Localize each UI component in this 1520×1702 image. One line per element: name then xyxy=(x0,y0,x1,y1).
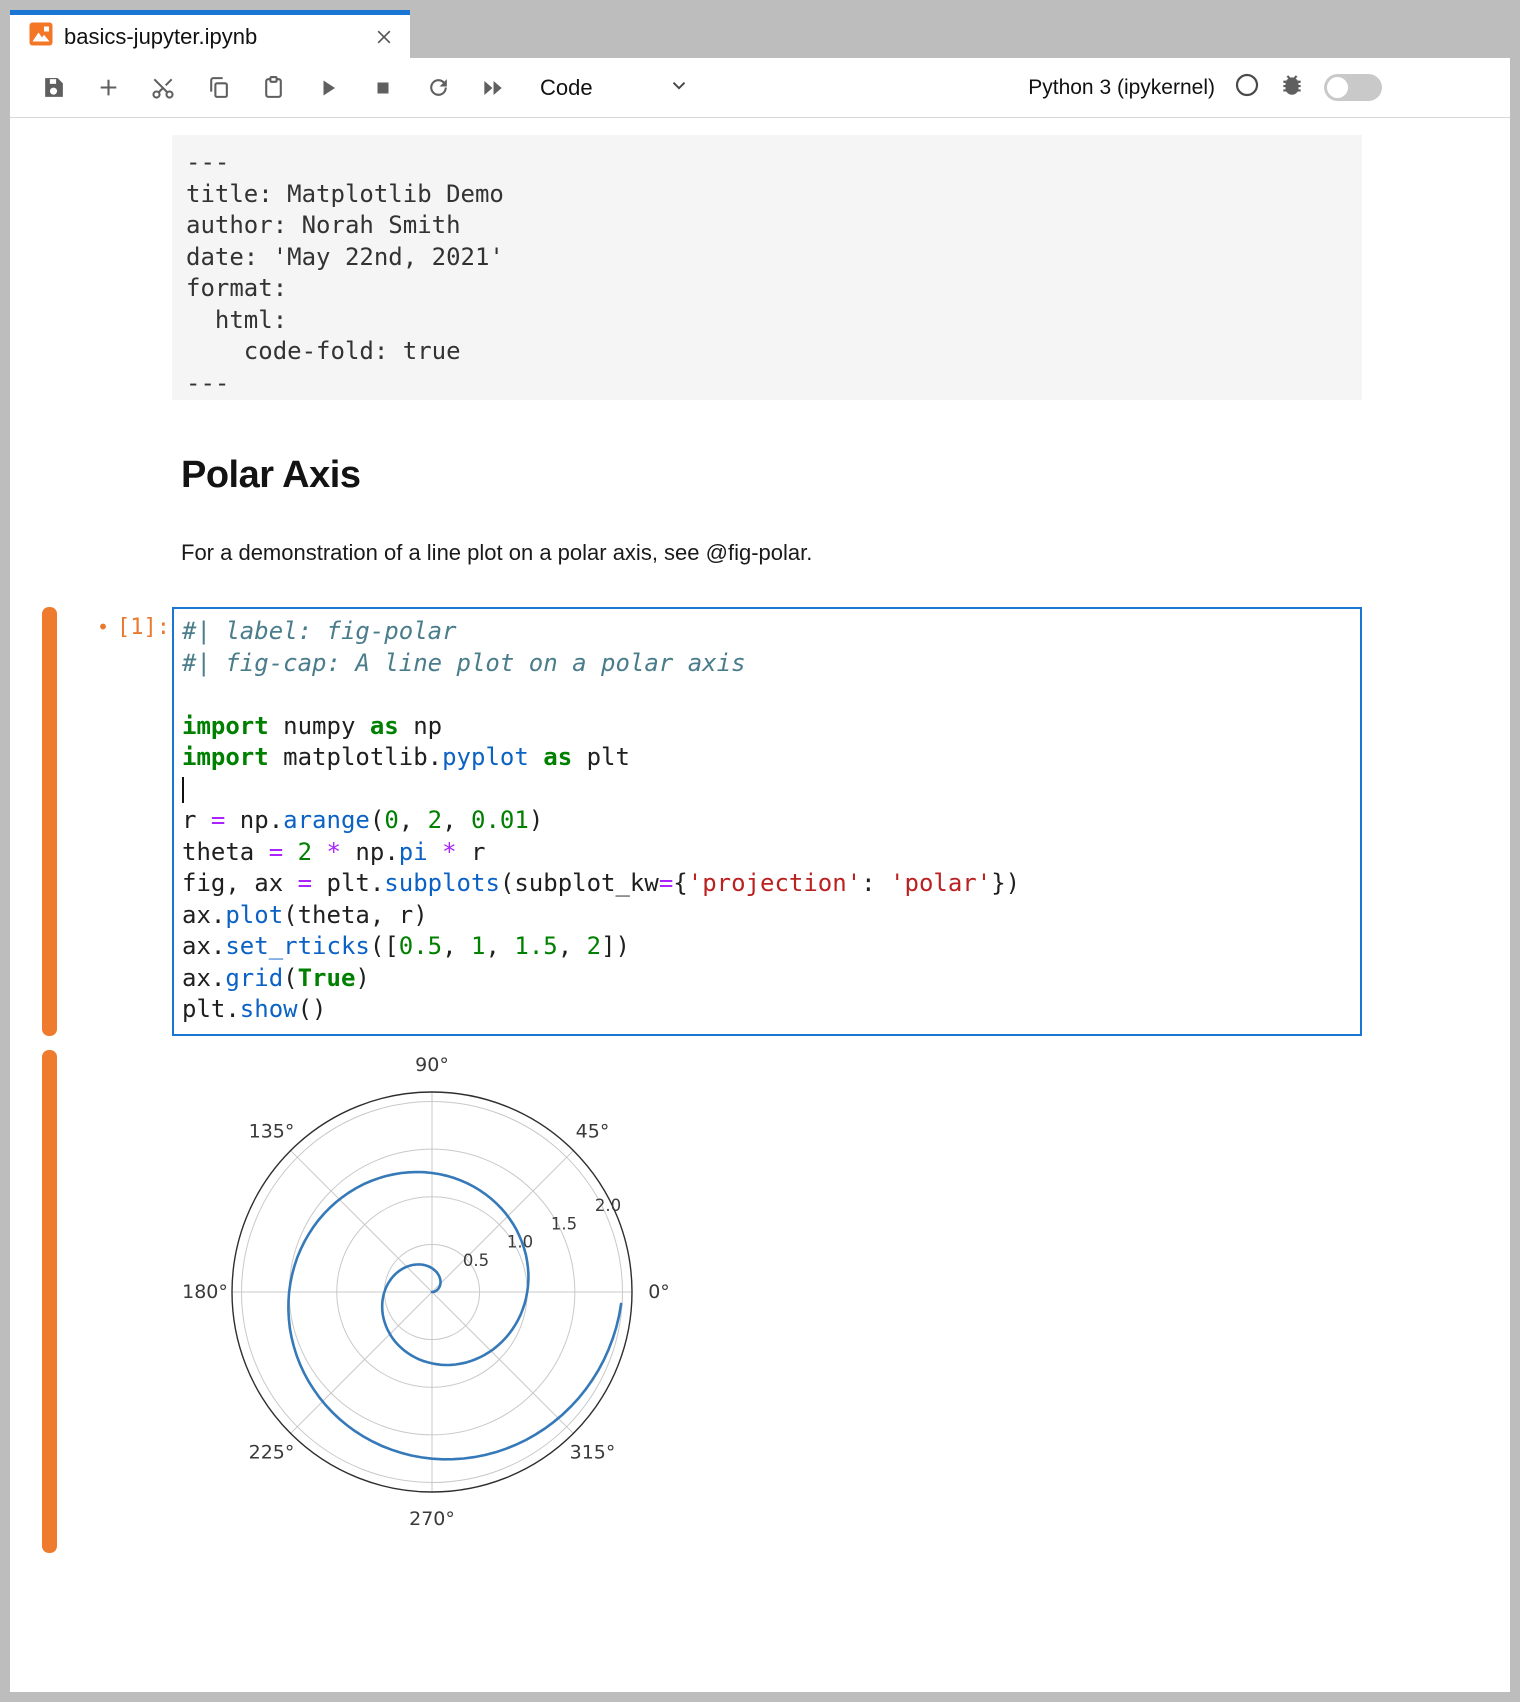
toolbar-buttons xyxy=(40,75,506,101)
copy-icon[interactable] xyxy=(205,75,231,101)
code-cell-editor[interactable]: #| label: fig-polar#| fig-cap: A line pl… xyxy=(172,607,1362,1036)
notebook-tab[interactable]: basics-jupyter.ipynb xyxy=(10,10,410,58)
notebook-toolbar: Code Python 3 (ipykernel) xyxy=(10,58,1510,118)
paste-icon[interactable] xyxy=(260,75,286,101)
cell-type-value: Code xyxy=(540,75,593,101)
tab-title: basics-jupyter.ipynb xyxy=(64,24,257,50)
polar-plot-output: 0° 45° 90° 135° 180° 225° 270° 315° 0.5 1.0 1.5 2.0 xyxy=(162,1032,702,1562)
kernel-status-icon[interactable] xyxy=(1234,72,1260,103)
execution-count: [1]: xyxy=(117,615,170,640)
toolbar-right: Python 3 (ipykernel) xyxy=(1028,72,1382,103)
svg-text:135°: 135° xyxy=(249,1121,295,1143)
code-cell-collapser[interactable] xyxy=(42,607,57,1036)
chevron-down-icon xyxy=(668,74,690,101)
output-collapser[interactable] xyxy=(42,1050,57,1553)
toggle-knob xyxy=(1327,77,1348,98)
markdown-paragraph: For a demonstration of a line plot on a … xyxy=(181,540,812,566)
kernel-name: Python 3 (ipykernel) xyxy=(1028,76,1215,100)
markdown-heading: Polar Axis xyxy=(181,454,360,497)
stop-icon[interactable] xyxy=(370,75,396,101)
raw-cell[interactable]: ---title: Matplotlib Demoauthor: Norah S… xyxy=(172,135,1362,400)
notebook-icon xyxy=(28,21,54,52)
svg-text:1.5: 1.5 xyxy=(551,1214,577,1233)
cut-icon[interactable] xyxy=(150,75,176,101)
svg-text:2.0: 2.0 xyxy=(595,1196,621,1215)
execution-prompt: • [1]: xyxy=(70,615,170,640)
svg-text:90°: 90° xyxy=(415,1054,449,1076)
close-icon[interactable] xyxy=(374,27,394,47)
svg-text:1.0: 1.0 xyxy=(507,1233,533,1252)
svg-text:270°: 270° xyxy=(409,1508,455,1530)
jupyterlab-window: basics-jupyter.ipynb xyxy=(0,0,1520,1702)
fast-forward-icon[interactable] xyxy=(480,75,506,101)
cell-type-dropdown[interactable]: Code xyxy=(540,74,690,101)
svg-text:0.5: 0.5 xyxy=(463,1251,489,1270)
toggle-switch[interactable] xyxy=(1324,74,1382,101)
restart-icon[interactable] xyxy=(425,75,451,101)
svg-text:0°: 0° xyxy=(648,1281,670,1303)
svg-text:180°: 180° xyxy=(182,1281,228,1303)
svg-text:45°: 45° xyxy=(576,1121,610,1143)
save-icon[interactable] xyxy=(40,75,66,101)
notebook-content: ---title: Matplotlib Demoauthor: Norah S… xyxy=(10,118,1510,1692)
add-cell-icon[interactable] xyxy=(95,75,121,101)
kernel-busy-dot: • xyxy=(97,615,109,639)
run-icon[interactable] xyxy=(315,75,341,101)
bug-icon[interactable] xyxy=(1279,72,1305,103)
svg-text:315°: 315° xyxy=(570,1442,616,1464)
svg-text:225°: 225° xyxy=(249,1442,295,1464)
